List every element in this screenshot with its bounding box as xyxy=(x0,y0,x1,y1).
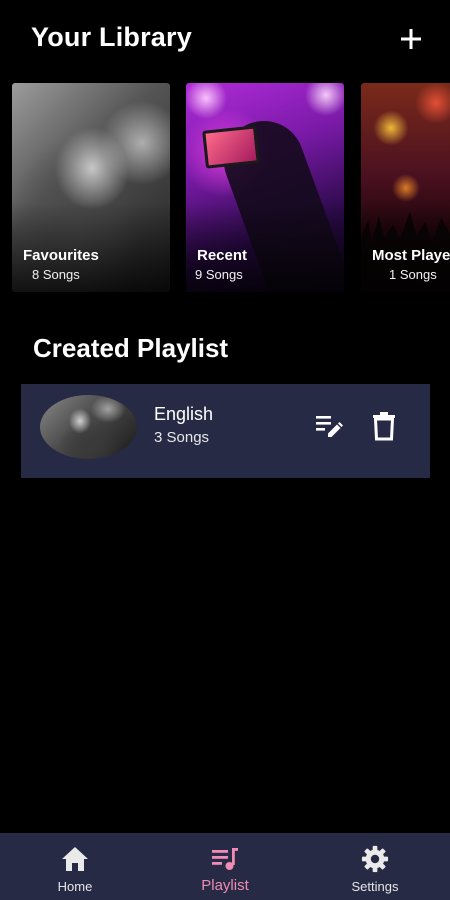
playlist-music-icon xyxy=(212,848,238,870)
playlist-name: English xyxy=(154,404,214,424)
nav-playlist[interactable]: Playlist xyxy=(170,833,280,900)
bottom-navigation: Home Playlist Settings xyxy=(0,833,450,900)
plus-icon xyxy=(401,29,421,49)
playlist-item[interactable]: English 3 Songs xyxy=(21,384,430,478)
nav-settings[interactable]: Settings xyxy=(320,833,430,900)
nav-home[interactable]: Home xyxy=(20,833,130,900)
library-card-favourites[interactable]: Favourites 8 Songs xyxy=(12,83,170,292)
app-header: Your Library xyxy=(0,0,450,80)
trash-icon xyxy=(373,412,395,441)
library-carousel[interactable]: Favourites 8 Songs Recent 9 Songs Most P… xyxy=(0,83,450,293)
library-card-recent[interactable]: Recent 9 Songs xyxy=(186,83,344,292)
delete-playlist-button[interactable] xyxy=(371,411,397,441)
card-song-count: 8 Songs xyxy=(32,267,80,282)
card-title: Most Played xyxy=(372,247,450,264)
add-playlist-button[interactable] xyxy=(396,24,426,54)
card-song-count: 1 Songs xyxy=(389,267,437,282)
library-card-most-played[interactable]: Most Played 1 Songs xyxy=(361,83,450,292)
card-title: Recent xyxy=(197,247,248,264)
edit-playlist-button[interactable] xyxy=(315,412,343,440)
card-title: Favourites xyxy=(23,247,99,264)
page-title: Your Library xyxy=(31,22,192,52)
nav-playlist-label: Playlist xyxy=(201,877,249,894)
nav-settings-label: Settings xyxy=(351,879,399,894)
gear-icon xyxy=(361,845,389,873)
home-icon xyxy=(62,847,88,871)
card-song-count: 9 Songs xyxy=(195,267,243,282)
nav-home-label: Home xyxy=(57,879,93,894)
created-playlist-heading: Created Playlist xyxy=(33,333,229,363)
playlist-thumbnail xyxy=(40,395,137,459)
playlist-song-count: 3 Songs xyxy=(154,429,210,446)
playlist-edit-icon xyxy=(316,416,343,437)
